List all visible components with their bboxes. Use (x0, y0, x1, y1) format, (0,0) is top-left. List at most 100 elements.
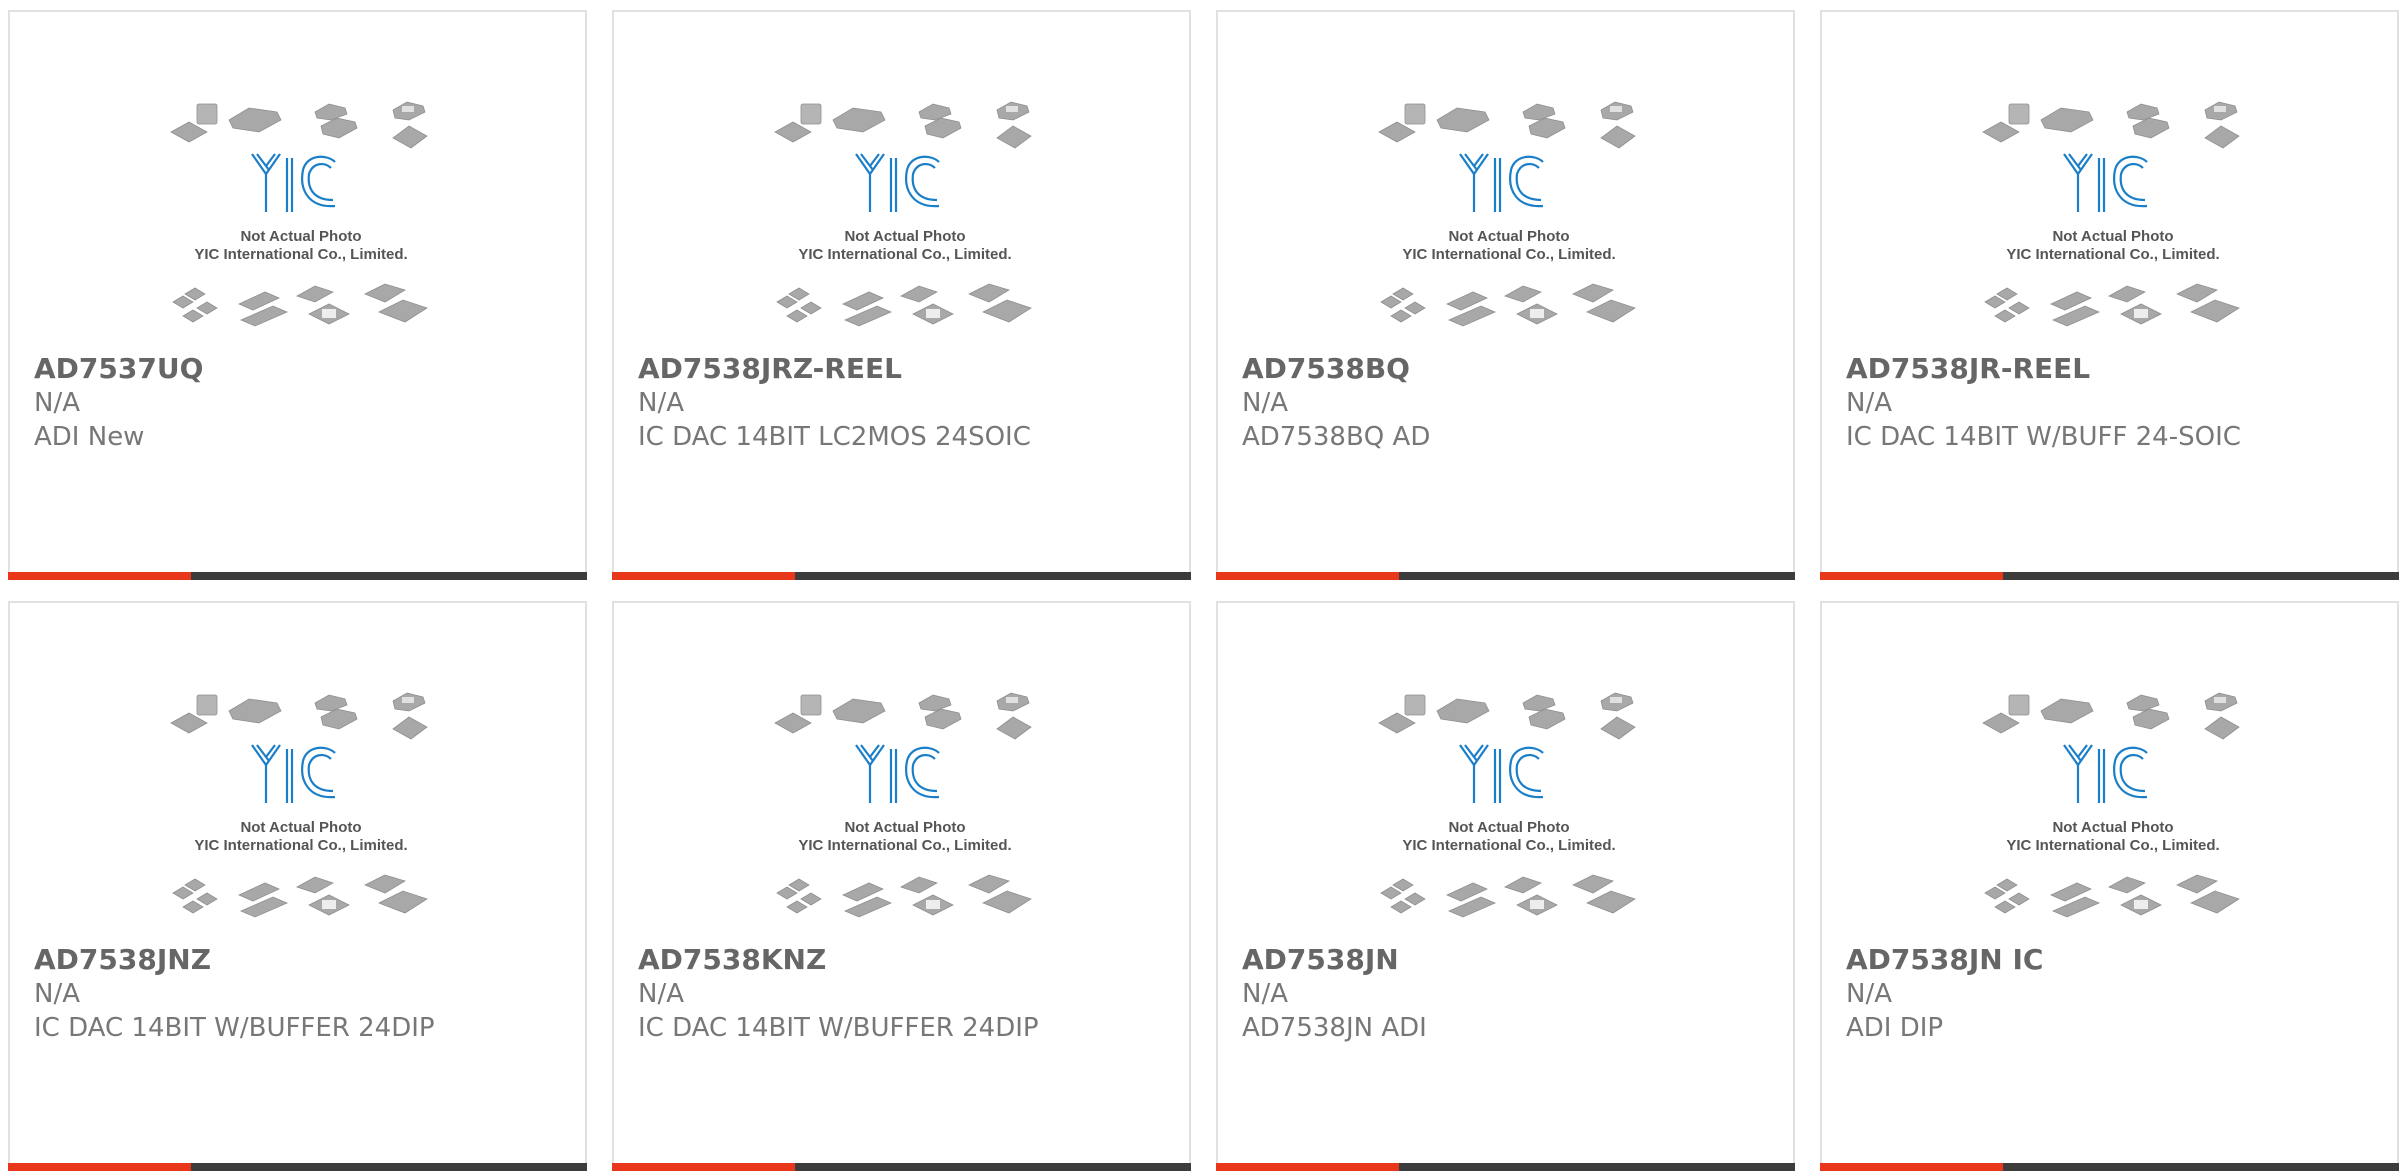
chip-icons-bottom (172, 283, 428, 327)
description-text: IC DAC 14BIT LC2MOS 24SOIC (638, 422, 1031, 452)
chip-icons-top (1982, 101, 2240, 149)
product-card-8[interactable]: Not Actual Photo YIC International Co., … (1820, 601, 2399, 1171)
description-text: AD7538JN ADI (1242, 1013, 1427, 1043)
card-accent-bar-highlight (1216, 572, 1399, 580)
card-accent-bar (8, 572, 587, 580)
placeholder-photo[interactable]: Not Actual Photo YIC International Co., … (773, 98, 1037, 348)
manufacturer-text: N/A (1242, 979, 1288, 1009)
product-card-6[interactable]: Not Actual Photo YIC International Co., … (612, 601, 1191, 1171)
product-card-5[interactable]: Not Actual Photo YIC International Co., … (8, 601, 587, 1171)
card-accent-bar-highlight (612, 1163, 795, 1171)
placeholder-photo[interactable]: Not Actual Photo YIC International Co., … (1377, 98, 1641, 348)
photo-caption-line2: YIC International Co., Limited. (1402, 837, 1615, 854)
yic-logo-icon (251, 744, 336, 803)
yic-logo-icon (2063, 153, 2148, 212)
chip-icons-top (1378, 101, 1636, 149)
card-accent-bar (612, 1163, 1191, 1171)
description-text: IC DAC 14BIT W/BUFFER 24DIP (34, 1013, 435, 1043)
chip-icons-bottom (1380, 874, 1636, 918)
product-info: AD7538JR-REEL N/A IC DAC 14BIT W/BUFF 24… (1846, 352, 2377, 454)
part-number[interactable]: AD7538JRZ-REEL (638, 352, 1169, 386)
description-text: ADI New (34, 422, 145, 452)
card-accent-bar-highlight (1216, 1163, 1399, 1171)
chip-icons-bottom (776, 874, 1032, 918)
photo-caption-line2: YIC International Co., Limited. (2006, 246, 2219, 263)
yic-logo-icon (2063, 744, 2148, 803)
card-accent-bar-highlight (1820, 572, 2003, 580)
part-number[interactable]: AD7537UQ (34, 352, 565, 386)
card-accent-bar-highlight (1820, 1163, 2003, 1171)
placeholder-photo[interactable]: Not Actual Photo YIC International Co., … (773, 689, 1037, 939)
photo-caption-line1: Not Actual Photo (844, 228, 965, 245)
part-number[interactable]: AD7538BQ (1242, 352, 1773, 386)
yic-logo-icon (251, 153, 336, 212)
card-accent-bar (8, 1163, 587, 1171)
photo-caption-line1: Not Actual Photo (240, 228, 361, 245)
manufacturer-text: N/A (34, 388, 80, 418)
part-number[interactable]: AD7538JNZ (34, 943, 565, 977)
chip-icons-top (774, 101, 1032, 149)
photo-caption-line1: Not Actual Photo (2052, 819, 2173, 836)
placeholder-photo[interactable]: Not Actual Photo YIC International Co., … (169, 98, 433, 348)
manufacturer-text: N/A (34, 979, 80, 1009)
photo-caption-line1: Not Actual Photo (240, 819, 361, 836)
product-info: AD7538JNZ N/A IC DAC 14BIT W/BUFFER 24DI… (34, 943, 565, 1045)
photo-caption-line1: Not Actual Photo (1448, 228, 1569, 245)
photo-caption-line1: Not Actual Photo (844, 819, 965, 836)
placeholder-photo[interactable]: Not Actual Photo YIC International Co., … (1377, 689, 1641, 939)
manufacturer-text: N/A (638, 979, 684, 1009)
product-card-4[interactable]: Not Actual Photo YIC International Co., … (1820, 10, 2399, 580)
product-card-3[interactable]: Not Actual Photo YIC International Co., … (1216, 10, 1795, 580)
manufacturer-text: N/A (638, 388, 684, 418)
card-accent-bar-highlight (612, 572, 795, 580)
product-info: AD7538JRZ-REEL N/A IC DAC 14BIT LC2MOS 2… (638, 352, 1169, 454)
chip-icons-top (774, 692, 1032, 740)
product-info: AD7538JN IC N/A ADI DIP (1846, 943, 2377, 1045)
product-info: AD7538BQ N/A AD7538BQ AD (1242, 352, 1773, 454)
manufacturer-text: N/A (1846, 388, 1892, 418)
photo-caption-line2: YIC International Co., Limited. (798, 837, 1011, 854)
photo-caption-line2: YIC International Co., Limited. (798, 246, 1011, 263)
description-text: IC DAC 14BIT W/BUFFER 24DIP (638, 1013, 1039, 1043)
product-info: AD7538JN N/A AD7538JN ADI (1242, 943, 1773, 1045)
chip-icons-bottom (172, 874, 428, 918)
part-number[interactable]: AD7538JN (1242, 943, 1773, 977)
product-card-2[interactable]: Not Actual Photo YIC International Co., … (612, 10, 1191, 580)
yic-logo-icon (1459, 744, 1544, 803)
card-accent-bar-highlight (8, 1163, 191, 1171)
description-text: IC DAC 14BIT W/BUFF 24-SOIC (1846, 422, 2241, 452)
chip-icons-bottom (776, 283, 1032, 327)
placeholder-photo[interactable]: Not Actual Photo YIC International Co., … (1981, 689, 2245, 939)
part-number[interactable]: AD7538KNZ (638, 943, 1169, 977)
part-number[interactable]: AD7538JR-REEL (1846, 352, 2377, 386)
product-info: AD7538KNZ N/A IC DAC 14BIT W/BUFFER 24DI… (638, 943, 1169, 1045)
product-card-7[interactable]: Not Actual Photo YIC International Co., … (1216, 601, 1795, 1171)
card-accent-bar (1820, 1163, 2399, 1171)
product-card-1[interactable]: Not Actual Photo YIC International Co., … (8, 10, 587, 580)
chip-icons-top (1982, 692, 2240, 740)
photo-caption-line1: Not Actual Photo (2052, 228, 2173, 245)
photo-caption-line2: YIC International Co., Limited. (194, 246, 407, 263)
card-accent-bar-highlight (8, 572, 191, 580)
manufacturer-text: N/A (1846, 979, 1892, 1009)
photo-caption-line1: Not Actual Photo (1448, 819, 1569, 836)
photo-caption-line2: YIC International Co., Limited. (1402, 246, 1615, 263)
description-text: ADI DIP (1846, 1013, 1944, 1043)
chip-icons-bottom (1984, 283, 2240, 327)
yic-logo-icon (855, 744, 940, 803)
card-accent-bar (612, 572, 1191, 580)
chip-icons-bottom (1984, 874, 2240, 918)
part-number[interactable]: AD7538JN IC (1846, 943, 2377, 977)
yic-logo-icon (1459, 153, 1544, 212)
placeholder-photo[interactable]: Not Actual Photo YIC International Co., … (1981, 98, 2245, 348)
manufacturer-text: N/A (1242, 388, 1288, 418)
product-grid: Not Actual Photo YIC International Co., … (8, 10, 2400, 1171)
chip-icons-bottom (1380, 283, 1636, 327)
product-info: AD7537UQ N/A ADI New (34, 352, 565, 454)
card-accent-bar (1820, 572, 2399, 580)
chip-icons-top (170, 101, 428, 149)
photo-caption-line2: YIC International Co., Limited. (194, 837, 407, 854)
yic-logo-icon (855, 153, 940, 212)
chip-icons-top (1378, 692, 1636, 740)
placeholder-photo[interactable]: Not Actual Photo YIC International Co., … (169, 689, 433, 939)
